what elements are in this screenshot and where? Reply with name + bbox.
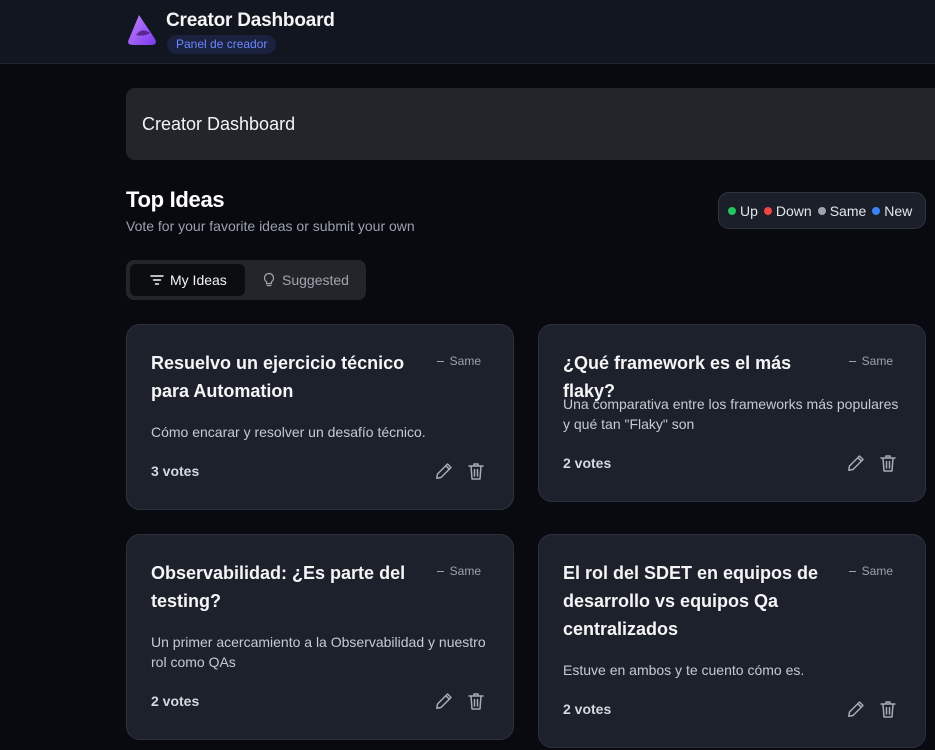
idea-status-label: Same bbox=[861, 564, 893, 578]
idea-title: Observabilidad: ¿Es parte del testing? bbox=[151, 563, 406, 611]
app-badge: Panel de creador bbox=[167, 35, 277, 54]
idea-title: El rol del SDET en equipos de desarrollo… bbox=[563, 563, 819, 639]
trend-legend: Up Down Same New bbox=[718, 192, 926, 229]
idea-card[interactable]: Resuelvo un ejercicio técnico para Autom… bbox=[126, 324, 514, 510]
idea-status: Same bbox=[436, 564, 481, 578]
same-dash-icon bbox=[848, 360, 856, 362]
legend-label: Down bbox=[775, 202, 812, 219]
legend-dot-up bbox=[728, 206, 736, 215]
app-title: Creator Dashboard bbox=[166, 10, 335, 31]
legend-dot-same bbox=[817, 206, 826, 215]
idea-status: Same bbox=[848, 354, 893, 368]
legend-item-same: Same bbox=[817, 202, 867, 219]
same-dash-icon bbox=[436, 360, 444, 362]
pencil-icon[interactable] bbox=[434, 461, 454, 481]
idea-description: Estuve en ambos y te cuento cómo es. bbox=[563, 662, 805, 678]
legend-label: Up bbox=[740, 202, 758, 219]
trash-icon[interactable] bbox=[466, 691, 486, 711]
section-title: Top Ideas bbox=[126, 187, 225, 212]
pencil-icon[interactable] bbox=[846, 453, 866, 473]
legend-dot-new bbox=[872, 206, 881, 215]
tab-my-ideas[interactable]: My Ideas bbox=[130, 264, 245, 296]
pencil-icon[interactable] bbox=[434, 691, 454, 711]
idea-votes: 3 votes bbox=[151, 463, 200, 479]
idea-votes: 2 votes bbox=[563, 701, 612, 717]
trash-icon[interactable] bbox=[878, 453, 898, 473]
idea-tabs: My Ideas Suggested bbox=[126, 260, 366, 300]
idea-actions bbox=[434, 691, 486, 711]
logo-icon[interactable] bbox=[125, 13, 159, 47]
idea-description: Un primer acercamiento a la Observabilid… bbox=[151, 634, 486, 670]
idea-status-label: Same bbox=[861, 354, 893, 368]
idea-actions bbox=[846, 699, 898, 719]
same-dash-icon bbox=[436, 570, 444, 572]
lightbulb-icon bbox=[263, 272, 275, 287]
idea-description: Una comparativa entre los frameworks más… bbox=[563, 396, 899, 432]
idea-card[interactable]: Observabilidad: ¿Es parte del testing? S… bbox=[126, 534, 514, 740]
trash-icon[interactable] bbox=[466, 461, 486, 481]
legend-item-down: Down bbox=[763, 202, 812, 219]
idea-status: Same bbox=[848, 564, 893, 578]
idea-actions bbox=[434, 461, 486, 481]
idea-status-label: Same bbox=[449, 564, 481, 578]
legend-dot-down bbox=[763, 206, 772, 215]
idea-actions bbox=[846, 453, 898, 473]
legend-label: Same bbox=[829, 202, 867, 219]
pencil-icon[interactable] bbox=[846, 699, 866, 719]
legend-label: New bbox=[884, 202, 913, 219]
same-dash-icon bbox=[848, 570, 856, 572]
idea-votes: 2 votes bbox=[151, 693, 200, 709]
idea-card[interactable]: El rol del SDET en equipos de desarrollo… bbox=[538, 534, 926, 748]
hero-title: Creator Dashboard bbox=[142, 114, 296, 134]
idea-status-label: Same bbox=[449, 354, 481, 368]
idea-votes: 2 votes bbox=[563, 455, 612, 471]
legend-item-up: Up bbox=[728, 203, 758, 219]
hero-banner: Creator Dashboard bbox=[126, 88, 935, 160]
tab-label: My Ideas bbox=[170, 272, 227, 288]
filter-icon bbox=[150, 275, 164, 285]
tab-suggested[interactable]: Suggested bbox=[256, 264, 362, 296]
top-bar: Creator Dashboard Panel de creador bbox=[0, 0, 935, 64]
idea-card[interactable]: ¿Qué framework es el más flaky? Same Una… bbox=[538, 324, 926, 502]
idea-description: Cómo encarar y resolver un desafío técni… bbox=[151, 424, 426, 440]
tab-label: Suggested bbox=[282, 272, 349, 288]
idea-title: Resuelvo un ejercicio técnico para Autom… bbox=[151, 353, 405, 401]
idea-status: Same bbox=[436, 354, 481, 368]
trash-icon[interactable] bbox=[878, 699, 898, 719]
section-subtitle: Vote for your favorite ideas or submit y… bbox=[126, 218, 415, 234]
legend-item-new: New bbox=[872, 203, 912, 219]
